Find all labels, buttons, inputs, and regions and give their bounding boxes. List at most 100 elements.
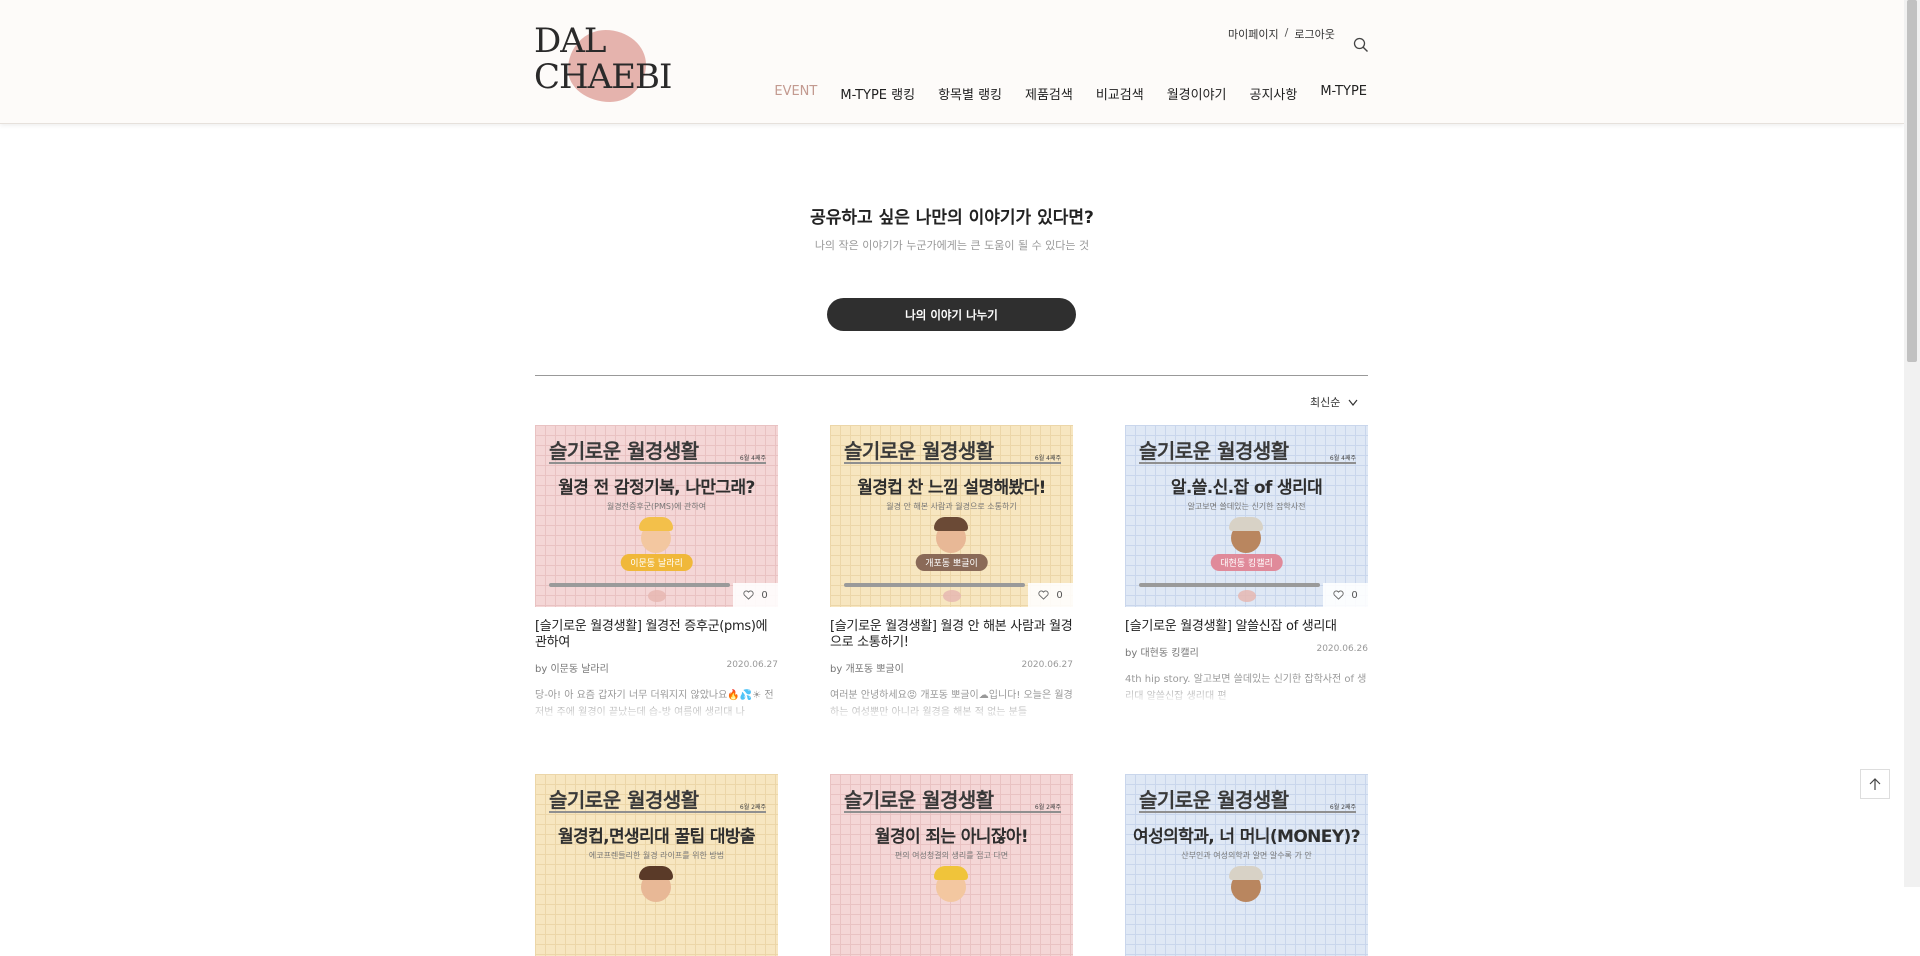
sort-dropdown[interactable]: 최신순 [1310,394,1358,410]
story-card[interactable]: 슬기로운 월경생활 6월 2째주 여성의학과, 너 머니(MONEY)? 산부인… [1125,774,1368,956]
thumb-headline: 알.쓸.신.잡 of 생리대 [1170,478,1323,498]
card-date: 2020.06.27 [1021,660,1073,670]
card-title[interactable]: [슬기로운 월경생활] 알쓸신잡 of 생리대 [1125,619,1368,635]
arrow-up-icon [1869,778,1881,790]
thumb-nickname-tag: 이문동 날라리 [620,554,693,571]
avatar-hat [934,866,968,880]
card-author: by 개포동 뽀글이 [830,664,904,675]
thumb-headline: 월경이 죄는 아니잖아! [874,827,1029,847]
hero-title: 공유하고 싶은 나만의 이야기가 있다면? [810,208,1094,228]
card-meta: by 이문동 날라리 2020.06.27 [535,660,778,675]
logo-text-line1: DAL [534,21,606,61]
avatar-hair [639,866,673,880]
share-story-button[interactable]: 나의 이야기 나누기 [827,298,1076,331]
card-author: by 대현동 킹캘리 [1125,648,1199,659]
thumb-bar [549,583,730,587]
nav-item-ranking[interactable]: 항목별 랭킹 [938,84,1002,103]
card-date: 2020.06.27 [726,660,778,670]
thumb-series-title: 슬기로운 월경생활 [1139,439,1289,463]
avatar-cap [1229,866,1263,880]
memoji-avatar [934,866,968,902]
thumb-rule [1139,811,1356,813]
story-card[interactable]: 슬기로운 월경생활 6월 4째주 월경컵 찬 느낌 설명해봤다! 월경 안 해본… [830,425,1073,721]
nav-mtype-ranking[interactable]: M-TYPE 랭킹 [840,84,915,103]
heart-icon [1333,590,1344,600]
section-divider [535,375,1368,376]
thumb-week: 6월 4째주 [1034,455,1061,462]
search-icon[interactable] [1353,37,1369,53]
thumb-week: 6월 4째주 [739,455,766,462]
like-button[interactable]: 0 [733,583,778,607]
nav-mtype[interactable]: M-TYPE [1320,84,1367,103]
thumb-series-title: 슬기로운 월경생활 [1139,788,1289,812]
top-links: 마이페이지 / 로그아웃 [1228,26,1335,42]
hero-subtitle: 나의 작은 이야기가 누군가에게는 큰 도움이 될 수 있다는 것 [814,239,1090,252]
nav-compare-search[interactable]: 비교검색 [1096,84,1144,103]
card-excerpt: 당-아! 아 요즘 갑자기 너무 더워지지 않았나요🔥💦☀ 전 저번 주에 월경… [535,690,774,718]
card-thumbnail[interactable]: 슬기로운 월경생활 6월 2째주 월경이 죄는 아니잖아! 편의 여성청결의 생… [830,774,1073,956]
thumb-rule [549,811,766,813]
memoji-avatar [1229,866,1263,902]
card-excerpt: 4th hip story. 알고보면 쓸데있는 신기한 잡학사전 of 생리대… [1125,674,1367,702]
like-button[interactable]: 0 [1323,583,1368,607]
nav-notices[interactable]: 공지사항 [1250,84,1298,103]
logo-text-line2: CHAEBI [534,57,672,97]
card-thumbnail[interactable]: 슬기로운 월경생활 6월 4째주 알.쓸.신.잡 of 생리대 알고보면 쓸데있… [1125,425,1368,607]
heart-icon [743,590,754,600]
card-excerpt: 여러분 안녕하세요😡 개포동 뽀글이☁입니다! 오늘은 월경하는 여성뿐만 아니… [830,690,1073,718]
nav-product-search[interactable]: 제품검색 [1025,84,1073,103]
thumb-bar [844,583,1025,587]
thumb-rule [844,811,1061,813]
thumb-week: 6월 2째주 [739,804,766,811]
dalchaebi-logo[interactable]: DAL CHAEBI [534,21,672,102]
thumb-subtitle: 월경전증후군(PMS)에 관하여 [606,502,707,511]
scrollbar-thumb[interactable] [1907,0,1917,362]
thumb-subtitle: 알고보면 쓸데있는 신기한 잡학사전 [1187,502,1306,511]
page-scrollbar[interactable] [1904,0,1920,887]
top-links-separator: / [1284,26,1289,39]
thumb-series-title: 슬기로운 월경생활 [844,439,994,463]
mypage-link[interactable]: 마이페이지 [1228,26,1279,42]
nav-event[interactable]: EVENT [774,84,817,103]
thumb-headline: 월경컵 찬 느낌 설명해봤다! [857,478,1046,498]
memoji-avatar [639,866,673,902]
memoji-avatar [934,517,968,553]
thumb-subtitle: 월경 안 해본 사람과 월경으로 소통하기 [886,502,1017,511]
nav-period-stories[interactable]: 월경이야기 [1167,84,1227,103]
card-title[interactable]: [슬기로운 월경생활] 월경 안 해본 사람과 월경으로 소통하기! [830,619,1073,651]
card-thumbnail[interactable]: 슬기로운 월경생활 6월 2째주 월경컵,면생리대 꿀팁 대방출 에코프렌들리한… [535,774,778,956]
heart-icon [1038,590,1049,600]
thumb-headline: 여성의학과, 너 머니(MONEY)? [1133,827,1361,847]
site-header: DAL CHAEBI 마이페이지 / 로그아웃 EVENT M-TYPE 랭킹 … [0,0,1904,124]
thumb-rule [549,462,766,464]
thumb-bar [1139,583,1320,587]
thumb-rule [844,462,1061,464]
chevron-down-icon [1348,399,1358,406]
sort-label: 최신순 [1310,396,1341,409]
thumb-series-title: 슬기로운 월경생활 [549,439,699,463]
like-button[interactable]: 0 [1028,583,1073,607]
thumb-nickname-tag: 대현동 킹캘리 [1210,554,1283,571]
card-meta: by 개포동 뽀글이 2020.06.27 [830,660,1073,675]
flower-icon [1238,590,1256,602]
story-card[interactable]: 슬기로운 월경생활 6월 2째주 월경이 죄는 아니잖아! 편의 여성청결의 생… [830,774,1073,956]
like-count: 0 [1351,589,1358,601]
card-title[interactable]: [슬기로운 월경생활] 월경전 증후군(pms)에 관하여 [535,619,778,651]
logout-link[interactable]: 로그아웃 [1294,26,1334,42]
card-author: by 이문동 날라리 [535,664,609,675]
card-thumbnail[interactable]: 슬기로운 월경생활 6월 2째주 여성의학과, 너 머니(MONEY)? 산부인… [1125,774,1368,956]
thumb-nickname-tag: 개포동 뽀글이 [915,554,988,571]
story-card[interactable]: 슬기로운 월경생활 6월 4째주 알.쓸.신.잡 of 생리대 알고보면 쓸데있… [1125,425,1368,705]
card-thumbnail[interactable]: 슬기로운 월경생활 6월 4째주 월경컵 찬 느낌 설명해봤다! 월경 안 해본… [830,425,1073,607]
avatar-hat [639,517,673,531]
memoji-avatar [1229,517,1263,553]
story-card[interactable]: 슬기로운 월경생활 6월 4째주 월경 전 감정기복, 나만그래? 월경전증후군… [535,425,778,721]
thumb-headline: 월경 전 감정기복, 나만그래? [558,478,755,498]
flower-icon [943,590,961,602]
scroll-to-top-button[interactable] [1860,769,1890,799]
avatar-hair [934,517,968,531]
card-thumbnail[interactable]: 슬기로운 월경생활 6월 4째주 월경 전 감정기복, 나만그래? 월경전증후군… [535,425,778,607]
thumb-subtitle: 편의 여성청결의 생리를 접고 다면 [894,851,1009,860]
story-card[interactable]: 슬기로운 월경생활 6월 2째주 월경컵,면생리대 꿀팁 대방출 에코프렌들리한… [535,774,778,956]
thumb-series-title: 슬기로운 월경생활 [844,788,994,812]
